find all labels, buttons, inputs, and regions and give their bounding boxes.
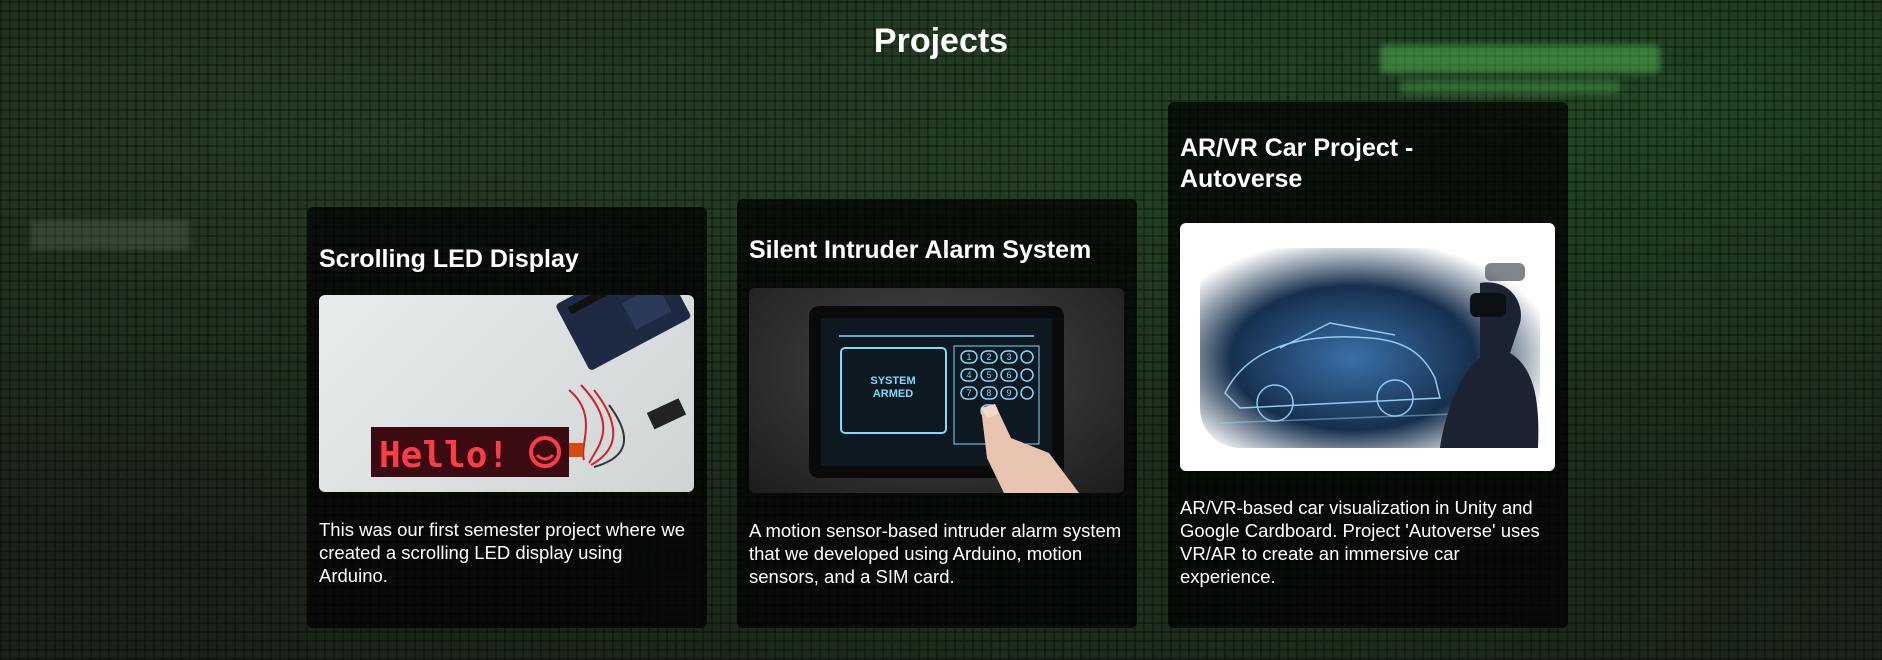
project-title: Silent Intruder Alarm System	[749, 236, 1092, 264]
alarm-status-text: SYSTEM ARMED	[870, 375, 915, 400]
led-text: Hello!	[379, 435, 509, 476]
project-description: AR/VR-based car visualization in Unity a…	[1180, 497, 1540, 587]
project-description: This was our first semester project wher…	[319, 519, 686, 586]
background-glow	[1400, 80, 1620, 94]
project-description: A motion sensor-based intruder alarm sys…	[749, 520, 1122, 587]
keypad-key: 8	[986, 388, 991, 398]
project-image: SYSTEM ARMED 1 2 3 4 5 6 7 8 9	[749, 288, 1124, 493]
keypad-key: 6	[1006, 370, 1011, 380]
page-title: Projects	[873, 22, 1009, 60]
keypad-key: 4	[966, 370, 971, 380]
project-image	[1180, 223, 1555, 471]
keypad-key: 7	[966, 388, 971, 398]
keypad-key: 2	[986, 352, 991, 362]
alarm-tablet-illustration: SYSTEM ARMED 1 2 3 4 5 6 7 8 9	[809, 306, 1079, 493]
keypad-key: 5	[986, 370, 991, 380]
project-title: Scrolling LED Display	[319, 245, 579, 273]
background-glow	[30, 220, 190, 250]
keypad-key: 3	[1006, 352, 1011, 362]
vr-car-illustration	[1200, 248, 1540, 448]
keypad-key: 1	[966, 352, 971, 362]
led-display-illustration: Hello!	[371, 295, 691, 477]
keypad-key: 9	[1006, 388, 1011, 398]
project-card[interactable]: Scrolling LED Display Hello! This was ou…	[307, 207, 707, 628]
project-card[interactable]: AR/VR Car Project - Autoverse AR/VR-base…	[1168, 102, 1568, 628]
project-image: Hello!	[319, 295, 694, 492]
project-title: AR/VR Car Project - Autoverse	[1180, 134, 1414, 193]
project-card[interactable]: Silent Intruder Alarm System SYSTEM ARMED	[737, 199, 1137, 628]
